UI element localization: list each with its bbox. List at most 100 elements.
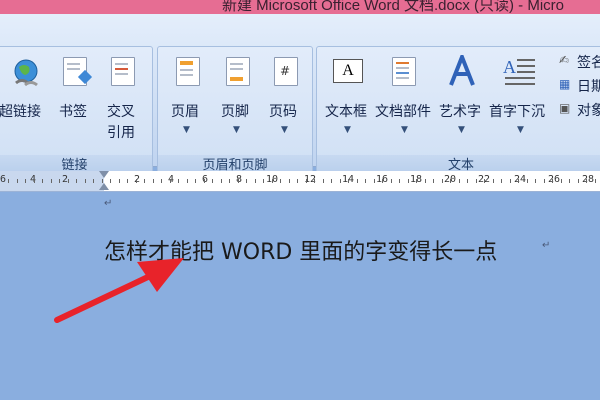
ruler-tick [229, 179, 230, 183]
title-bar: 新建 Microsoft Office Word 文档.docx (只读) - … [0, 0, 600, 14]
object-label: 对象 [577, 103, 600, 119]
ruler-number: 6 [0, 174, 7, 185]
ruler-tick [144, 179, 145, 183]
svg-text:A: A [503, 57, 516, 77]
ruler-tick [25, 179, 26, 183]
ruler-tick [127, 179, 128, 183]
ruler-tick [561, 179, 562, 183]
ruler-tick [382, 179, 383, 183]
ruler-tick [331, 179, 332, 183]
ruler-tick [552, 179, 553, 183]
page-number-icon: # [274, 57, 298, 86]
quick-parts-label: 文档部件 [375, 104, 431, 120]
ruler-tick [17, 179, 18, 183]
cross-reference-icon [111, 57, 135, 86]
text-box-button[interactable]: A 文本框 ▼ [323, 53, 371, 137]
ruler-tick [493, 179, 494, 183]
chevron-down-icon: ▼ [458, 125, 465, 135]
footer-button[interactable]: 页脚 ▼ [218, 53, 254, 137]
ruler-tick [238, 179, 239, 183]
bookmark-button[interactable]: 书签 [55, 53, 95, 137]
calendar-icon: ▦ [559, 77, 571, 91]
globe-link-icon [14, 59, 38, 87]
ruler-tick [136, 179, 137, 183]
indent-marker-bottom[interactable] [99, 183, 109, 190]
ruler-tick [178, 179, 179, 183]
ruler-tick [297, 179, 298, 183]
ruler-tick [348, 179, 349, 183]
ruler-number: 26 [548, 174, 561, 185]
text-box-icon: A [333, 59, 363, 83]
chevron-down-icon: ▼ [233, 125, 240, 135]
ruler-number: 2 [134, 174, 141, 185]
ruler-tick [221, 179, 222, 183]
quick-parts-button[interactable]: 文档部件 ▼ [375, 53, 433, 137]
footer-label: 页脚 [221, 104, 249, 120]
ruler-tick [586, 179, 587, 183]
ruler-tick [255, 179, 256, 183]
indent-marker[interactable] [99, 171, 109, 178]
ruler-tick [93, 179, 94, 183]
chevron-down-icon: ▼ [517, 125, 524, 135]
ruler-tick [195, 179, 196, 183]
header-icon [176, 57, 200, 86]
ruler-number: 8 [236, 174, 243, 185]
object-button[interactable]: ▣ 对象 [555, 99, 600, 121]
text-box-label: 文本框 [325, 104, 367, 120]
cross-reference-button[interactable]: 交叉 引用 [103, 53, 143, 141]
header-button[interactable]: 页眉 ▼ [168, 53, 204, 137]
ruler-number: 28 [582, 174, 595, 185]
footer-icon [226, 57, 250, 86]
date-time-button[interactable]: ▦ 日期 [555, 75, 600, 97]
ruler-tick [340, 179, 341, 183]
horizontal-ruler[interactable]: 6 4 2 2 4 6 8 10 12 14 16 18 20 22 24 26… [0, 171, 600, 192]
ruler-tick [323, 179, 324, 183]
ruler-number: 24 [514, 174, 527, 185]
ruler-tick [68, 179, 69, 183]
document-text-line[interactable]: 怎样才能把 WORD 里面的字变得长一点 [104, 234, 497, 266]
ruler-tick [501, 179, 502, 183]
ruler-margin [0, 171, 104, 191]
ribbon-group-text: A 文本框 ▼ 文档部件 ▼ 艺术字 ▼ A 首字下沉 ▼ ✍ 签名 ▦ 日期 … [316, 46, 600, 178]
ruler-tick [204, 179, 205, 183]
ruler-tick [51, 179, 52, 183]
ruler-tick [272, 179, 273, 183]
chevron-down-icon: ▼ [401, 125, 408, 135]
ruler-tick [263, 179, 264, 183]
word-art-label: 艺术字 [439, 104, 481, 120]
chevron-down-icon: ▼ [281, 125, 288, 135]
ribbon-group-links: 超链接 书签 交叉 引用 链接 [0, 46, 153, 178]
ruler-tick [391, 179, 392, 183]
ruler-tick [306, 179, 307, 183]
bookmark-label: 书签 [59, 104, 87, 120]
quick-parts-icon [392, 57, 416, 86]
ruler-tick [289, 179, 290, 183]
ruler-tick [42, 179, 43, 183]
ruler-tick [280, 179, 281, 183]
ruler-tick [8, 179, 9, 183]
word-art-icon [449, 55, 475, 86]
document-area[interactable] [0, 192, 600, 400]
ruler-tick [102, 179, 103, 183]
ruler-tick [578, 179, 579, 183]
ruler-tick [459, 179, 460, 183]
ruler-tick [569, 179, 570, 183]
object-icon: ▣ [559, 101, 571, 115]
word-art-button[interactable]: 艺术字 ▼ [437, 53, 487, 137]
ruler-tick [535, 179, 536, 183]
ruler-tick [416, 179, 417, 183]
ruler-tick [119, 179, 120, 183]
ruler-tick [246, 179, 247, 183]
ruler-tick [153, 179, 154, 183]
signature-line-button[interactable]: ✍ 签名 [555, 51, 600, 73]
drop-cap-icon: A [503, 57, 535, 85]
drop-cap-button[interactable]: A 首字下沉 ▼ [489, 53, 551, 137]
date-label: 日期 [577, 79, 600, 95]
ruler-tick [510, 179, 511, 183]
signature-label: 签名 [577, 55, 600, 71]
ruler-tick [357, 179, 358, 183]
hyperlink-button[interactable]: 超链接 [0, 53, 51, 137]
page-number-button[interactable]: # 页码 ▼ [266, 53, 302, 137]
ruler-tick [527, 179, 528, 183]
ruler-tick [595, 179, 596, 183]
